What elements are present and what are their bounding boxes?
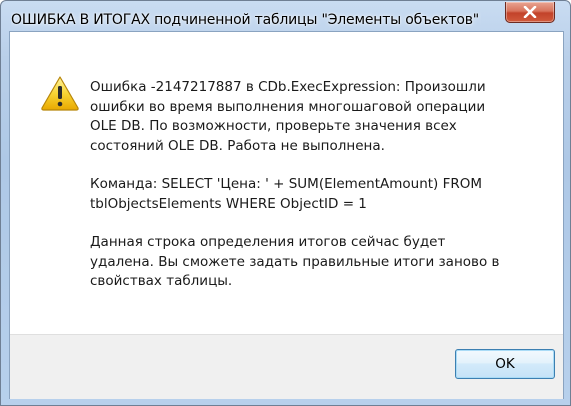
dialog-window: ОШИБКА В ИТОГАХ подчиненной таблицы "Эле… [0, 0, 571, 406]
ok-button[interactable]: OK [455, 349, 555, 379]
info-text: Данная строка определения итогов сейчас … [90, 234, 500, 289]
warning-icon [40, 75, 80, 111]
button-area: OK [10, 334, 563, 399]
window-title: ОШИБКА В ИТОГАХ подчиненной таблицы "Эле… [11, 12, 481, 28]
close-button[interactable] [505, 2, 555, 23]
error-description: Ошибка -2147217887 в CDb.ExecExpression:… [90, 79, 486, 154]
message-text: Ошибка -2147217887 в CDb.ExecExpression:… [90, 78, 510, 311]
command-text: Команда: SELECT 'Цена: ' + SUM(ElementAm… [90, 176, 483, 212]
dialog-content: Ошибка -2147217887 в CDb.ExecExpression:… [9, 31, 564, 399]
